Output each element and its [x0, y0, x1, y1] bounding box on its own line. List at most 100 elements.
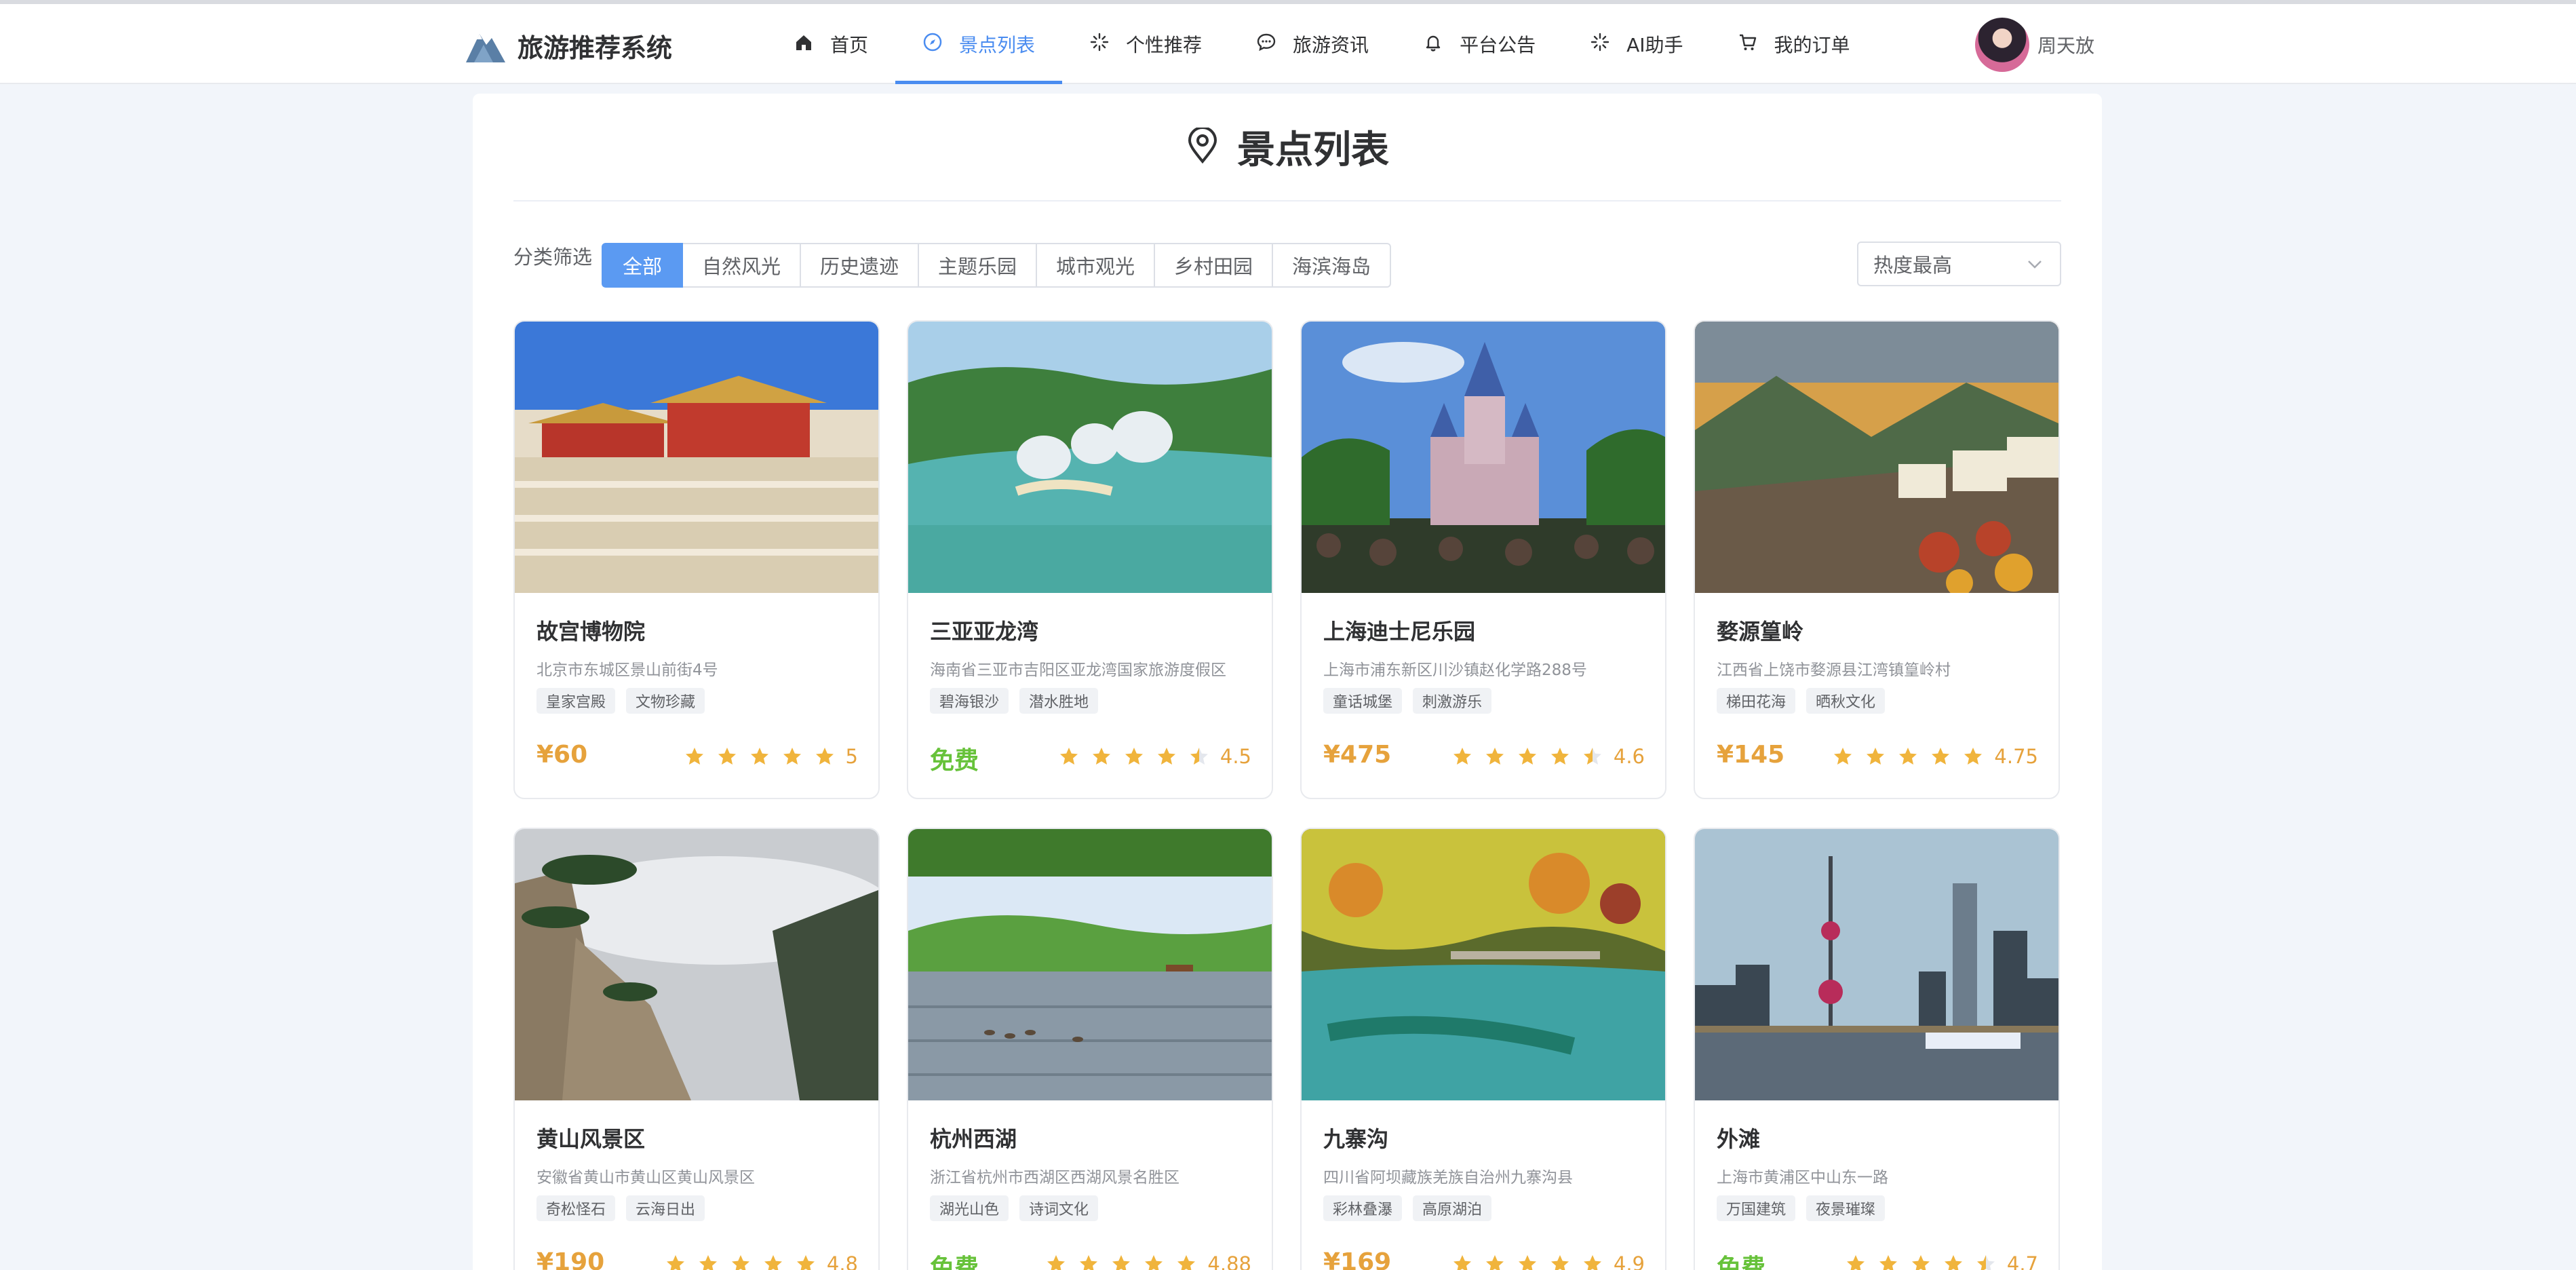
spot-tag: 湖光山色: [930, 1195, 1009, 1221]
spot-card[interactable]: 九寨沟 四川省阿坝藏族羌族自治州九寨沟县 彩林叠瀑 高原湖泊 ¥169 4.9: [1300, 828, 1666, 1270]
spot-tag: 云海日出: [626, 1195, 705, 1221]
spot-photo[interactable]: [908, 829, 1272, 1100]
spot-name[interactable]: 九寨沟: [1323, 1122, 1388, 1153]
sort-select[interactable]: 热度最高: [1857, 242, 2061, 286]
star-icon: [1878, 1254, 1898, 1270]
rating-value: 4.6: [1613, 745, 1645, 768]
star-icon: [796, 1254, 816, 1270]
nav-item-3[interactable]: 旅游资讯: [1229, 4, 1396, 84]
star-icon: [717, 746, 737, 767]
spot-price: ¥145: [1717, 741, 1785, 769]
spot-photo[interactable]: [1695, 322, 2058, 593]
filter-option-3[interactable]: 主题乐园: [918, 243, 1037, 288]
filter-option-0[interactable]: 全部: [602, 243, 683, 288]
sparkle-icon: [1089, 32, 1126, 57]
star-icon: [763, 1254, 783, 1270]
spot-photo[interactable]: [515, 322, 878, 593]
chat-icon: [1256, 32, 1293, 57]
spot-photo[interactable]: [1302, 829, 1665, 1100]
spot-price: 免费: [930, 747, 979, 775]
spot-photo[interactable]: [1302, 322, 1665, 593]
spot-name[interactable]: 婺源篁岭: [1717, 615, 1803, 646]
star-icon: [1865, 746, 1886, 767]
star-icon: [665, 1254, 686, 1270]
star-icon: [815, 746, 835, 767]
cart-icon: [1738, 32, 1774, 57]
compass-icon: [922, 32, 959, 57]
spot-card[interactable]: 故宫博物院 北京市东城区景山前街4号 皇家宫殿 文物珍藏 ¥60 5: [513, 320, 880, 799]
spot-price: 免费: [1717, 1254, 1766, 1270]
spot-card[interactable]: 杭州西湖 浙江省杭州市西湖区西湖风景名胜区 湖光山色 诗词文化 免费 4.88: [907, 828, 1273, 1270]
spot-tag: 碧海银沙: [930, 688, 1009, 714]
avatar[interactable]: [1975, 18, 2029, 72]
spot-name[interactable]: 三亚亚龙湾: [930, 615, 1038, 646]
spot-tags: 皇家宫殿 文物珍藏: [536, 688, 716, 714]
nav-item-0[interactable]: 首页: [766, 4, 895, 84]
spot-card[interactable]: 外滩 上海市黄浦区中山东一路 万国建筑 夜景璀璨 免费 4.7: [1694, 828, 2060, 1270]
star-rating: 4.88: [1034, 1252, 1251, 1270]
spot-address: 上海市黄浦区中山东一路: [1717, 1169, 1888, 1187]
spot-tag: 彩林叠瀑: [1323, 1195, 1403, 1221]
filter-option-5[interactable]: 乡村田园: [1154, 243, 1273, 288]
star-icon: [1898, 746, 1918, 767]
spot-list-panel: 景点列表 分类筛选 全部 自然风光 历史遗迹 主题乐园 城市观光 乡村田园 海滨海岛 热度最…: [473, 94, 2102, 1270]
spot-card[interactable]: 黄山风景区 安徽省黄山市黄山区黄山风景区 奇松怪石 云海日出 ¥190 4.8: [513, 828, 880, 1270]
rating-value: 4.8: [826, 1252, 858, 1270]
filter-option-6[interactable]: 海滨海岛: [1272, 243, 1391, 288]
filter-option-2[interactable]: 历史遗迹: [800, 243, 919, 288]
spot-card[interactable]: 上海迪士尼乐园 上海市浦东新区川沙镇赵化学路288号 童话城堡 刺激游乐 ¥475 4.6: [1300, 320, 1666, 799]
spot-card[interactable]: 婺源篁岭 江西省上饶市婺源县江湾镇篁岭村 梯田花海 晒秋文化 ¥145 4.75: [1694, 320, 2060, 799]
nav-item-6[interactable]: 我的订单: [1711, 4, 1877, 84]
star-icon: [1582, 746, 1603, 767]
spot-photo[interactable]: [1695, 829, 2058, 1100]
brand[interactable]: 旅游推荐系统: [463, 23, 672, 68]
spot-address: 北京市东城区景山前街4号: [536, 661, 718, 679]
filter-option-4[interactable]: 城市观光: [1036, 243, 1155, 288]
sort-value: 热度最高: [1873, 254, 1953, 277]
spot-address: 安徽省黄山市黄山区黄山风景区: [536, 1169, 755, 1187]
page-header: 景点列表: [513, 94, 2061, 201]
star-icon: [1091, 746, 1112, 767]
spot-tag: 皇家宫殿: [536, 688, 616, 714]
star-icon: [749, 746, 770, 767]
spot-tags: 童话城堡 刺激游乐: [1323, 688, 1502, 714]
star-icon: [684, 746, 705, 767]
app-title: 旅游推荐系统: [518, 33, 673, 63]
bell-icon: [1423, 32, 1460, 57]
spot-tag: 奇松怪石: [536, 1195, 616, 1221]
star-icon: [1517, 746, 1538, 767]
nav-item-4[interactable]: 平台公告: [1396, 4, 1563, 84]
nav-item-label: 首页: [830, 34, 869, 56]
user-name: 周天放: [2037, 35, 2095, 57]
spot-tag: 万国建筑: [1717, 1195, 1796, 1221]
spot-price: 免费: [930, 1254, 979, 1270]
spot-photo[interactable]: [515, 829, 878, 1100]
spot-name[interactable]: 上海迪士尼乐园: [1323, 615, 1475, 646]
nav-item-label: 景点列表: [959, 34, 1036, 56]
star-icon: [1176, 1254, 1196, 1270]
spot-name[interactable]: 故宫博物院: [536, 615, 645, 646]
star-rating: 4.75: [1820, 745, 2038, 768]
star-icon: [1846, 1254, 1866, 1270]
rating-value: 4.75: [1994, 745, 2038, 768]
spot-name[interactable]: 杭州西湖: [930, 1122, 1017, 1153]
user-menu[interactable]: 周天放: [1975, 18, 2094, 72]
nav-item-2[interactable]: 个性推荐: [1062, 4, 1229, 84]
spot-card[interactable]: 三亚亚龙湾 海南省三亚市吉阳区亚龙湾国家旅游度假区 碧海银沙 潜水胜地 免费 4.5: [907, 320, 1273, 799]
filter-option-1[interactable]: 自然风光: [682, 243, 801, 288]
spot-tag: 夜景璀璨: [1806, 1195, 1886, 1221]
spot-address: 海南省三亚市吉阳区亚龙湾国家旅游度假区: [930, 661, 1226, 679]
star-icon: [1976, 1254, 1996, 1270]
spot-name[interactable]: 外滩: [1717, 1122, 1760, 1153]
star-icon: [1111, 1254, 1131, 1270]
nav-item-1[interactable]: 景点列表: [895, 4, 1063, 84]
star-icon: [1963, 746, 1983, 767]
spot-photo[interactable]: [908, 322, 1272, 593]
spot-name[interactable]: 黄山风景区: [536, 1122, 645, 1153]
page-title: 景点列表: [1237, 128, 1389, 172]
star-icon: [1550, 746, 1570, 767]
nav-item-5[interactable]: AI助手: [1563, 4, 1710, 84]
spot-tag: 刺激游乐: [1413, 688, 1492, 714]
star-icon: [1582, 1254, 1603, 1270]
home-icon: [794, 32, 830, 57]
